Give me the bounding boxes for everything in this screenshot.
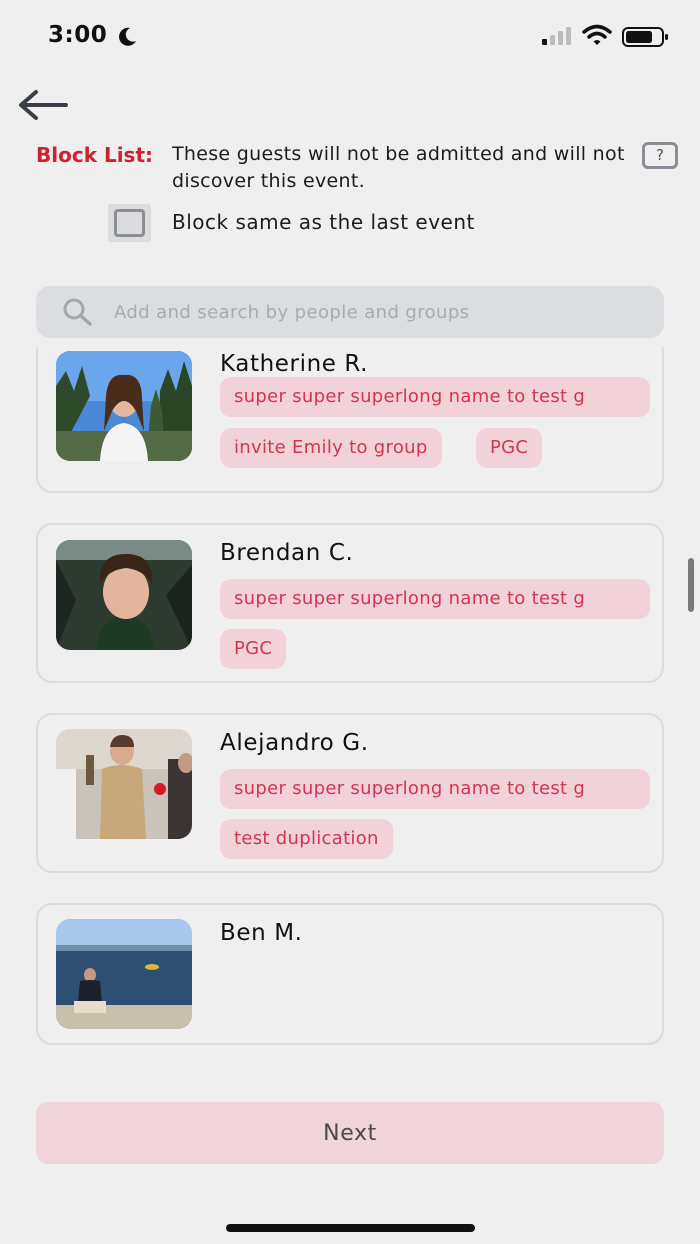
moon-icon xyxy=(119,27,136,46)
avatar xyxy=(56,540,192,650)
guest-name: Brendan C. xyxy=(220,540,354,566)
search-bar[interactable] xyxy=(36,286,664,338)
battery-icon xyxy=(622,27,668,47)
block-list-label: Block List: xyxy=(36,143,154,167)
guest-card[interactable]: Alejandro G. super super superlong name … xyxy=(36,713,664,873)
wifi-icon xyxy=(582,24,612,45)
group-tag[interactable]: PGC xyxy=(476,428,543,468)
avatar xyxy=(56,729,192,839)
arrow-left-icon xyxy=(19,90,68,120)
checkbox-box xyxy=(114,209,145,237)
status-time: 3:00 xyxy=(48,22,108,48)
next-button[interactable]: Next xyxy=(36,1102,664,1164)
group-tag[interactable]: test duplication xyxy=(220,819,393,859)
group-tag[interactable]: invite Emily to group xyxy=(220,428,442,468)
group-tag[interactable]: PGC xyxy=(220,629,287,669)
block-same-label[interactable]: Block same as the last event xyxy=(172,210,475,234)
guest-card[interactable]: Ben M. xyxy=(36,903,664,1045)
search-input[interactable] xyxy=(114,286,634,338)
block-list-description: These guests will not be admitted and wi… xyxy=(172,143,625,192)
cellular-signal-icon xyxy=(542,27,571,45)
avatar xyxy=(56,351,192,461)
guest-card[interactable]: Brendan C. super super superlong name to… xyxy=(36,523,664,683)
avatar xyxy=(56,919,192,1029)
guest-card[interactable]: Katherine R. super super superlong name … xyxy=(36,347,664,493)
guest-name: Alejandro G. xyxy=(220,730,369,756)
guest-name: Katherine R. xyxy=(220,351,369,377)
search-icon xyxy=(63,298,92,326)
help-button[interactable]: ? xyxy=(642,142,678,169)
status-bar: 3:00 xyxy=(0,0,700,72)
home-indicator xyxy=(226,1224,475,1232)
guest-name: Ben M. xyxy=(220,920,303,946)
guest-list[interactable]: Katherine R. super super superlong name … xyxy=(0,347,700,1067)
group-tag[interactable]: super super superlong name to test g xyxy=(220,579,650,619)
back-button[interactable] xyxy=(16,86,72,124)
group-tag[interactable]: super super superlong name to test g xyxy=(220,377,650,417)
group-tag[interactable]: super super superlong name to test g xyxy=(220,769,650,809)
block-same-checkbox[interactable] xyxy=(108,204,151,242)
scrollbar-thumb[interactable] xyxy=(688,558,694,612)
